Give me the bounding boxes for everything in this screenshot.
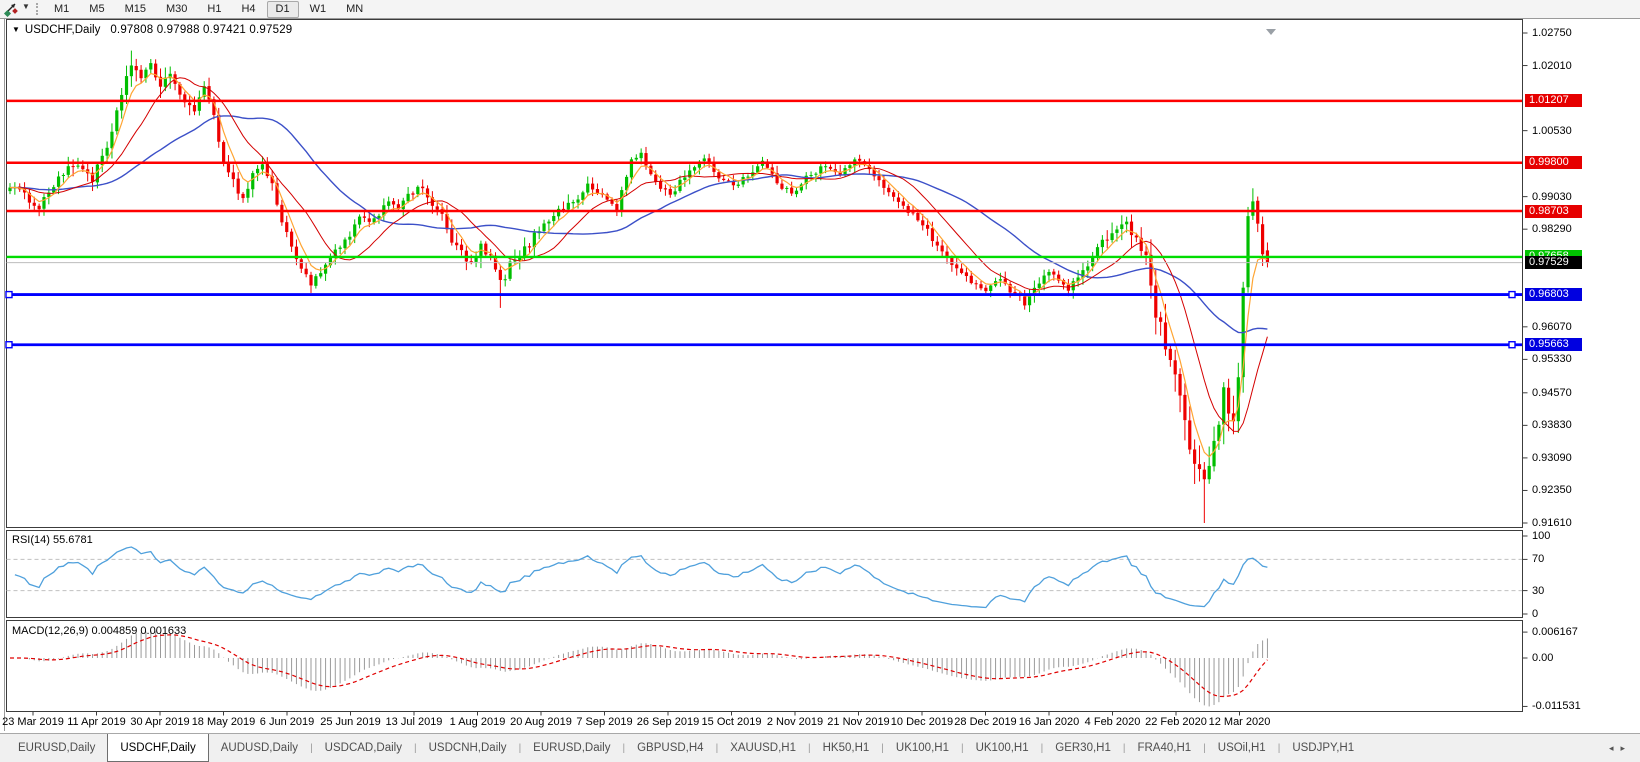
ohlc-values: 0.97808 0.97988 0.97421 0.97529 <box>110 24 292 36</box>
chart-canvas <box>0 18 1640 733</box>
timeframe-buttons: M1M5M15M30H1H4D1W1MN <box>44 0 373 18</box>
chart-tab-usdcnh-daily[interactable]: USDCNH,Daily <box>417 734 519 762</box>
chart-tab-eurusd-daily[interactable]: EURUSD,Daily <box>521 734 622 762</box>
ohlc-header: ▼ USDCHF,Daily 0.97808 0.97988 0.97421 0.9… <box>12 24 292 36</box>
chart-tab-usdjpy-h1[interactable]: USDJPY,H1 <box>1280 734 1366 762</box>
hline-handle[interactable] <box>6 292 12 298</box>
toolbar-grip[interactable] <box>36 3 38 15</box>
tab-scroll-right-icon[interactable]: ▸ <box>1620 743 1632 753</box>
price-tick-label: 1.02010 <box>1532 60 1572 72</box>
dropdown-caret-icon[interactable]: ▼ <box>22 2 30 11</box>
price-badge-0.95663: 0.95663 <box>1525 338 1582 351</box>
chart-tab-ger30-h1[interactable]: GER30,H1 <box>1043 734 1123 762</box>
chart-tab-usoil-h1[interactable]: USOil,H1 <box>1206 734 1278 762</box>
collapse-triangle-icon[interactable]: ▼ <box>12 25 20 34</box>
rsi-panel-frame <box>7 531 1523 618</box>
toolbar: ▼ M1M5M15M30H1H4D1W1MN <box>0 0 1640 19</box>
timeframe-button-m1[interactable]: M1 <box>45 1 78 18</box>
macd-label: MACD(12,26,9) 0.004859 0.001633 <box>12 625 186 637</box>
main-panel-frame <box>7 20 1523 528</box>
chart-tab-uk100-h1[interactable]: UK100,H1 <box>964 734 1041 762</box>
rsi-tick-label: 30 <box>1532 585 1544 597</box>
price-badge-0.998: 0.99800 <box>1525 156 1582 169</box>
timeframe-button-h4[interactable]: H4 <box>232 1 264 18</box>
price-tick-label: 0.96070 <box>1532 321 1572 333</box>
chart-tab-hk50-h1[interactable]: HK50,H1 <box>811 734 882 762</box>
chart-tab-usdchf-daily[interactable]: USDCHF,Daily <box>107 734 208 762</box>
timeframe-button-m30[interactable]: M30 <box>157 1 196 18</box>
chart-tab-eurusd-daily[interactable]: EURUSD,Daily <box>6 734 107 762</box>
chart-tabs: EURUSD,DailyUSDCHF,DailyAUDUSD,Daily|USD… <box>6 734 1366 762</box>
price-tick-label: 0.99030 <box>1532 191 1572 203</box>
timeframe-button-h1[interactable]: H1 <box>198 1 230 18</box>
chart-symbol-label: USDCHF,Daily <box>25 24 100 36</box>
price-tick-label: 0.91610 <box>1532 517 1572 529</box>
line-studies-icon[interactable] <box>3 1 19 17</box>
macd-tick-label: 0.006167 <box>1532 626 1578 638</box>
price-tick-label: 0.94570 <box>1532 387 1572 399</box>
chart-tab-xauusd-h1[interactable]: XAUUSD,H1 <box>718 734 808 762</box>
timeframe-button-w1[interactable]: W1 <box>301 1 336 18</box>
tab-scroll-left-icon[interactable]: ◂ <box>1609 743 1621 753</box>
price-tick-label: 0.95330 <box>1532 353 1572 365</box>
timeframe-button-d1[interactable]: D1 <box>267 1 299 18</box>
price-tick-label: 0.93090 <box>1532 452 1572 464</box>
rsi-tick-label: 70 <box>1532 553 1544 565</box>
chart-tab-audusd-daily[interactable]: AUDUSD,Daily <box>209 734 310 762</box>
price-tick-label: 1.00530 <box>1532 125 1572 137</box>
hline-handle[interactable] <box>1509 292 1515 298</box>
chart-tab-uk100-h1[interactable]: UK100,H1 <box>884 734 961 762</box>
macd-tick-label: 0.00 <box>1532 652 1553 664</box>
price-tick-label: 0.92350 <box>1532 484 1572 496</box>
chart-svg <box>0 18 1640 733</box>
timeframe-button-mn[interactable]: MN <box>337 1 372 18</box>
price-badge-0.96803: 0.96803 <box>1525 288 1582 301</box>
price-badge-1.01207: 1.01207 <box>1525 94 1582 107</box>
chart-tab-usdcad-daily[interactable]: USDCAD,Daily <box>313 734 414 762</box>
hline-handle[interactable] <box>1509 342 1515 348</box>
chart-tab-bar: EURUSD,DailyUSDCHF,DailyAUDUSD,Daily|USD… <box>0 733 1640 762</box>
price-badge-0.98703: 0.98703 <box>1525 205 1582 218</box>
tab-scroll-arrows: ◂▸ <box>1609 743 1632 754</box>
rsi-label: RSI(14) 55.6781 <box>12 534 93 546</box>
chart-tab-gbpusd-h4[interactable]: GBPUSD,H4 <box>625 734 715 762</box>
price-tick-label: 0.98290 <box>1532 223 1572 235</box>
chart-tab-fra40-h1[interactable]: FRA40,H1 <box>1125 734 1203 762</box>
date-label: 12 Mar 2020 <box>1198 716 1282 728</box>
price-tick-label: 1.02750 <box>1532 27 1572 39</box>
price-tick-label: 0.93830 <box>1532 419 1572 431</box>
current-price-badge: 0.97529 <box>1525 256 1582 269</box>
rsi-tick-label: 0 <box>1532 608 1538 620</box>
timeframe-button-m5[interactable]: M5 <box>80 1 113 18</box>
hline-handle[interactable] <box>6 342 12 348</box>
macd-tick-label: -0.011531 <box>1532 700 1581 712</box>
timeframe-button-m15[interactable]: M15 <box>116 1 155 18</box>
rsi-tick-label: 100 <box>1532 530 1550 542</box>
mt4-window: ▼ M1M5M15M30H1H4D1W1MN ▼ USDCHF,Daily 0.97… <box>0 0 1640 762</box>
macd-panel-frame <box>7 621 1523 712</box>
